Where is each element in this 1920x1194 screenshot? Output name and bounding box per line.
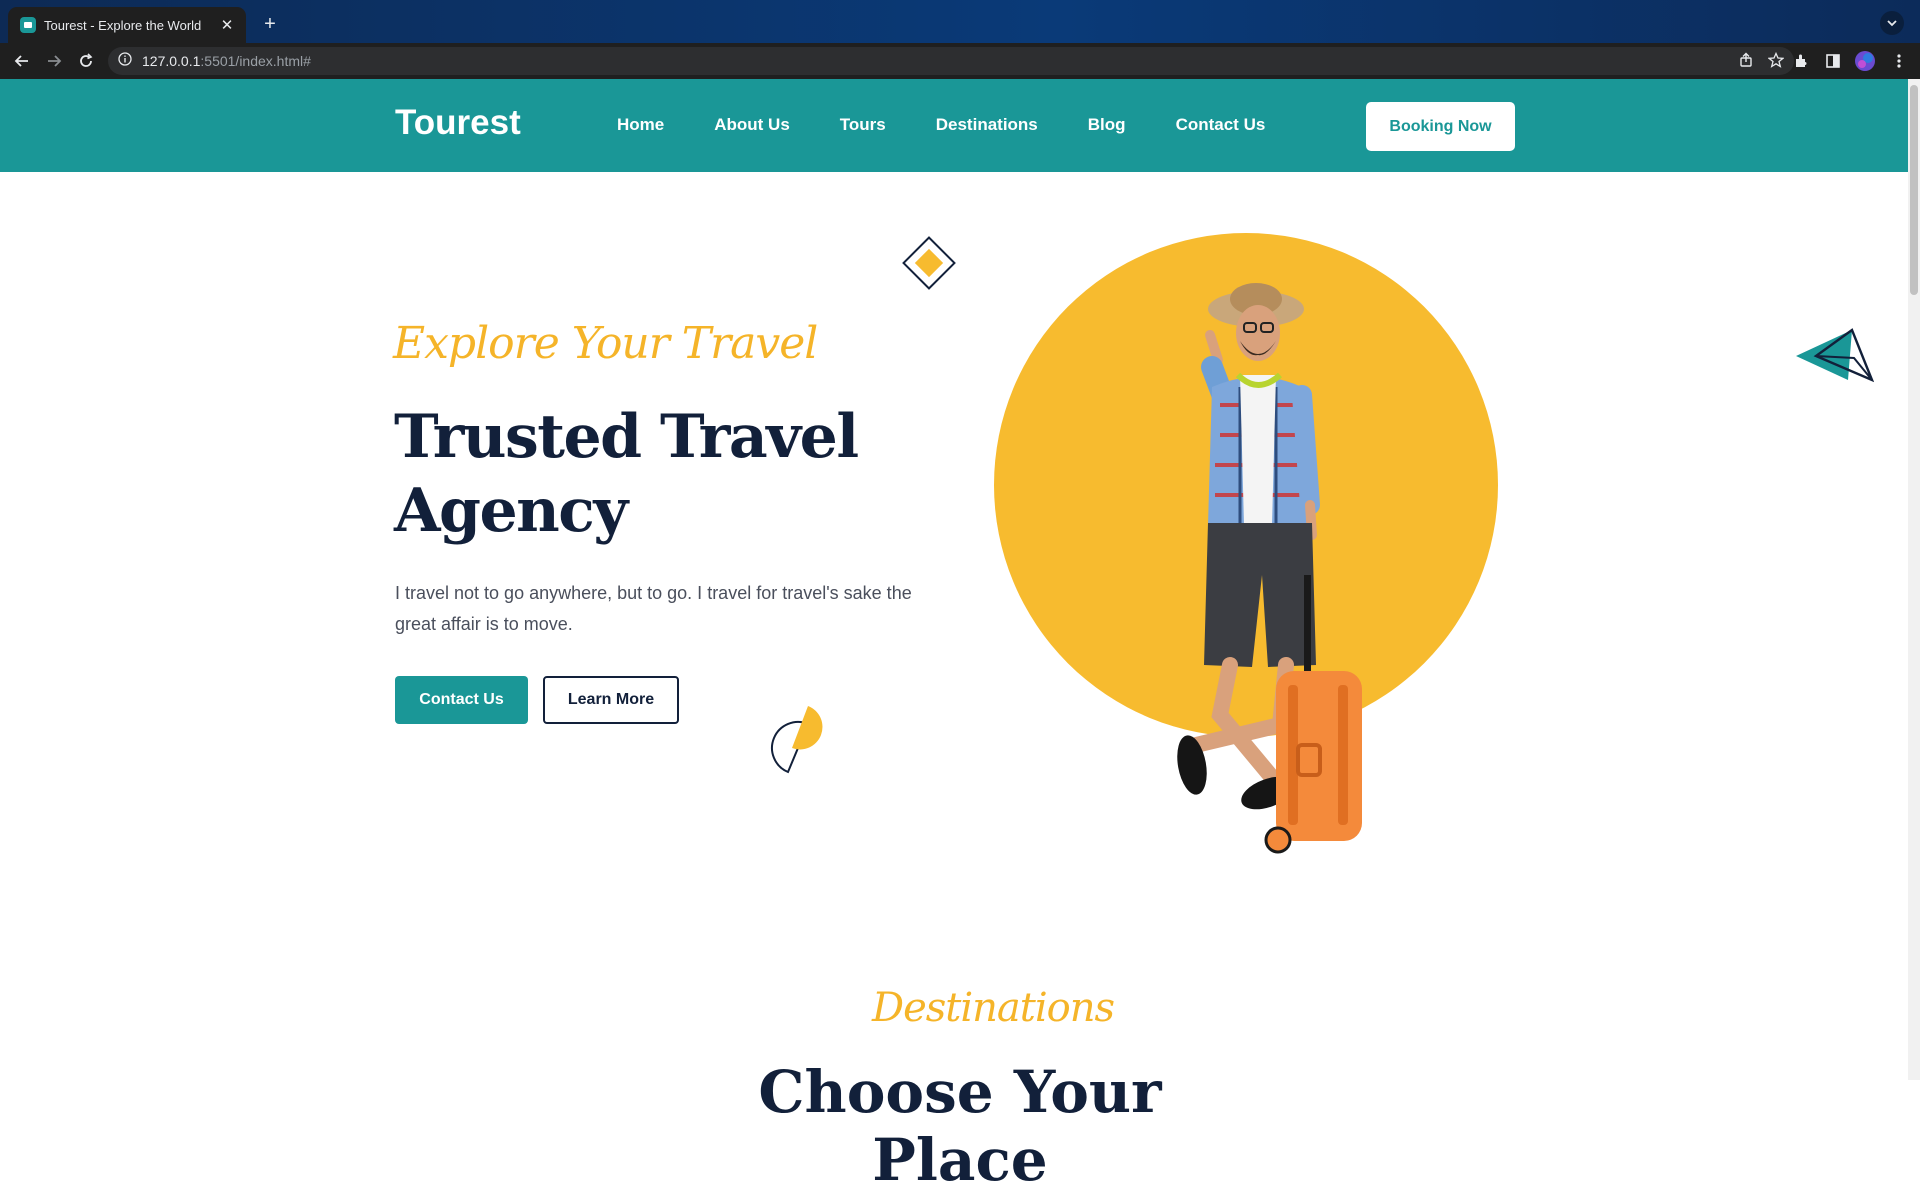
nav-home[interactable]: Home <box>617 115 664 135</box>
nav-blog[interactable]: Blog <box>1088 115 1126 135</box>
site-logo[interactable]: Tourest <box>395 103 521 143</box>
nav-about-us[interactable]: About Us <box>714 115 790 135</box>
nav-tours[interactable]: Tours <box>840 115 886 135</box>
hero-title: Trusted Travel Agency <box>394 402 859 546</box>
new-tab-icon[interactable]: + <box>258 12 282 36</box>
share-icon[interactable] <box>1738 52 1754 73</box>
half-circle-shape-icon <box>771 706 823 774</box>
tab-search-icon[interactable] <box>1880 11 1904 35</box>
browser-tabstrip: Tourest - Explore the World ✕ + <box>0 0 1920 43</box>
site-info-icon[interactable] <box>118 51 132 71</box>
browser-toolbar: 127.0.0.1:5501/index.html# <box>0 43 1920 79</box>
bookmark-star-icon[interactable] <box>1767 51 1785 73</box>
nav-contact-us[interactable]: Contact Us <box>1176 115 1266 135</box>
side-panel-icon[interactable] <box>1823 51 1843 71</box>
site-header: Tourest Home About Us Tours Destinations… <box>0 79 1920 172</box>
browser-menu-icon[interactable] <box>1889 51 1909 71</box>
page-scrollbar[interactable] <box>1908 79 1920 1080</box>
learn-more-button[interactable]: Learn More <box>543 676 679 724</box>
booking-now-button[interactable]: Booking Now <box>1366 102 1515 151</box>
main-nav: Home About Us Tours Destinations Blog Co… <box>617 115 1315 135</box>
hero-subtitle: Explore Your Travel <box>393 318 818 369</box>
diamond-shape-icon <box>902 236 956 290</box>
tab-title: Tourest - Explore the World <box>44 17 202 33</box>
paper-plane-icon <box>1796 328 1874 383</box>
close-tab-icon[interactable]: ✕ <box>218 16 236 34</box>
site-favicon-icon <box>20 17 36 33</box>
address-bar[interactable]: 127.0.0.1:5501/index.html# <box>108 47 1794 75</box>
url-text: 127.0.0.1:5501/index.html# <box>142 53 311 69</box>
traveler-illustration <box>1177 283 1362 854</box>
hero-description: I travel not to go anywhere, but to go. … <box>395 583 912 634</box>
scrollbar-thumb[interactable] <box>1910 85 1918 295</box>
browser-tab[interactable]: Tourest - Explore the World ✕ <box>8 7 246 43</box>
destinations-tag: Destinations <box>872 985 1115 1031</box>
profile-avatar-icon[interactable] <box>1855 51 1875 71</box>
forward-icon[interactable] <box>44 51 64 71</box>
destinations-title: Choose Your Place <box>758 1058 1162 1194</box>
nav-destinations[interactable]: Destinations <box>936 115 1038 135</box>
extensions-icon[interactable] <box>1791 51 1811 71</box>
reload-icon[interactable] <box>76 51 96 71</box>
back-icon[interactable] <box>12 51 32 71</box>
contact-us-button[interactable]: Contact Us <box>395 676 528 724</box>
